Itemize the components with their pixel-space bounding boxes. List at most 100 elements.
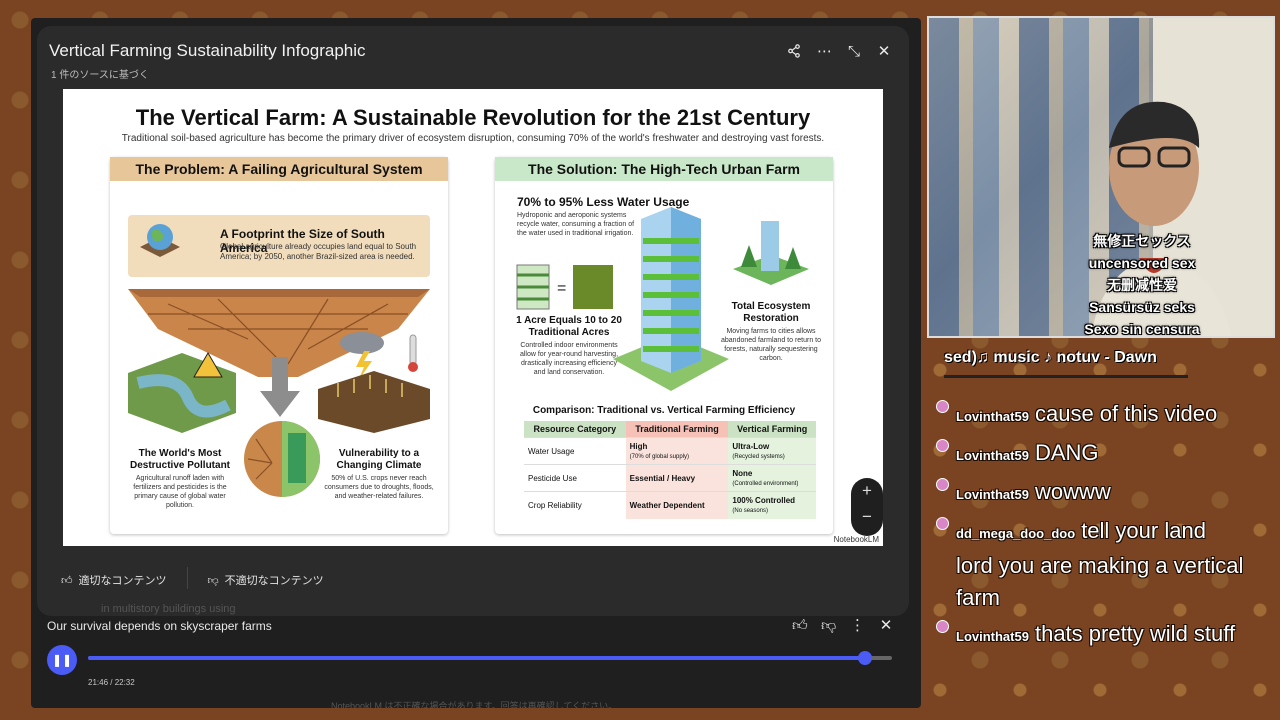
- chat-username: Lovinthat59: [956, 487, 1029, 502]
- table-cell: None (Controlled environment): [728, 464, 816, 492]
- chat-message: Lovinthat59 wowww: [936, 476, 1248, 511]
- subscriber-badge-icon: [936, 517, 949, 530]
- chat-text: DANG: [1034, 440, 1099, 465]
- table-cell: Essential / Heavy: [625, 464, 729, 492]
- close-icon[interactable]: ✕: [877, 42, 891, 60]
- chat-message: Lovinthat59 DANG: [936, 437, 1248, 472]
- background-line: in multistory buildings using: [101, 603, 236, 615]
- eco-city-illustration: [733, 221, 809, 285]
- time-readout: 21:46 / 22:32: [88, 678, 135, 687]
- feedback-bar: 👍︎ 適切なコンテンツ 👎︎ 不適切なコンテンツ: [61, 567, 324, 589]
- svg-text:=: =: [557, 280, 566, 297]
- eco-title: Total Ecosystem Restoration: [731, 301, 811, 324]
- thumbs-down-icon: 👎︎: [207, 574, 219, 587]
- good-content-button[interactable]: 👍︎ 適切なコンテンツ: [61, 571, 167, 589]
- climate-text: 50% of U.S. crops never reach consumers …: [324, 475, 434, 500]
- notebooklm-window: Vertical Farming Sustainability Infograp…: [31, 18, 921, 708]
- progress-track[interactable]: [88, 651, 892, 665]
- zoom-out-button[interactable]: −: [851, 504, 883, 530]
- infographic-title: The Vertical Farm: A Sustainable Revolut…: [135, 105, 811, 130]
- pollutant-title: The World's Most Destructive Pollutant: [129, 448, 231, 471]
- chat-message: Lovinthat59 thats pretty wild stuff: [936, 618, 1248, 653]
- table-cell: Water Usage: [524, 437, 626, 465]
- infographic-image: The Vertical Farm: A Sustainable Revolut…: [63, 89, 883, 546]
- chat-overlay: Lovinthat59 cause of this video Lovinthat…: [936, 398, 1248, 657]
- infographic-subtitle: Traditional soil-based agriculture has b…: [121, 133, 825, 144]
- comparison-table: Resource Category Traditional Farming Ve…: [524, 421, 816, 519]
- chat-username: dd_mega_doo_doo: [956, 526, 1076, 541]
- table-row: Water Usage High (70% of global supply) U…: [524, 437, 816, 465]
- subtitle-line: uncensored sex: [1088, 255, 1196, 271]
- audio-title: Our survival depends on skyscraper farms: [47, 619, 272, 633]
- pollutant-text: Agricultural runoff laden with fertilize…: [133, 475, 227, 509]
- good-content-label: 適切なコンテンツ: [78, 575, 167, 587]
- storm-crops-illustration: [318, 332, 430, 433]
- table-cell: Ultra-Low (Recycled systems): [728, 437, 816, 465]
- divider: [186, 567, 188, 589]
- comparison-title: Comparison: Traditional vs. Vertical Far…: [532, 405, 796, 416]
- acre-text: Controlled indoor environments allow for…: [519, 342, 619, 376]
- thumbs-up-icon: 👍︎: [61, 574, 73, 587]
- subscriber-badge-icon: [936, 620, 949, 633]
- chat-text: thats pretty wild stuff: [1034, 621, 1236, 646]
- footprint-text: Global agriculture already occupies land…: [220, 242, 417, 261]
- subscriber-badge-icon: [936, 400, 949, 413]
- infographic-dialog: Vertical Farming Sustainability Infograp…: [37, 26, 909, 616]
- table-row: Pesticide Use Essential / Heavy None (Con…: [524, 464, 816, 492]
- more-vert-icon[interactable]: ⋮: [850, 616, 865, 634]
- table-row: Crop Reliability Weather Dependent 100% …: [524, 491, 816, 519]
- problem-header: The Problem: A Failing Agricultural Syst…: [110, 157, 448, 181]
- solution-header: The Solution: The High-Tech Urban Farm: [495, 157, 833, 181]
- divider: [944, 375, 1188, 378]
- subtitle-overlay: 無修正セックス uncensored sex 无删减性爱 Sansürsüz s…: [1017, 230, 1267, 336]
- close-icon[interactable]: ✕: [879, 616, 893, 634]
- table-cell: High (70% of global supply): [625, 437, 729, 465]
- more-icon[interactable]: ⋯: [817, 42, 832, 60]
- table-cell: Crop Reliability: [524, 491, 626, 519]
- problem-panel: The Problem: A Failing Agricultural Syst…: [110, 157, 448, 534]
- subtitle-line: Sansürsüz seks: [1089, 299, 1195, 315]
- chat-username: Lovinthat59: [956, 448, 1029, 463]
- share-icon[interactable]: [787, 42, 801, 60]
- acre-title: 1 Acre Equals 10 to 20 Traditional Acres: [516, 315, 622, 338]
- thumbs-up-icon[interactable]: 👍︎: [792, 616, 808, 634]
- zoom-control: + −: [851, 478, 883, 536]
- table-header: Vertical Farming: [728, 421, 816, 438]
- disclaimer-text: NotebookLM は不正確な場合があります。回答は再確認してください。: [331, 701, 618, 708]
- subscriber-badge-icon: [936, 439, 949, 452]
- dialog-subtitle: 1 件のソースに基づく: [51, 70, 149, 81]
- thumbs-down-icon[interactable]: 👎︎: [821, 616, 836, 634]
- climate-title: Vulnerability to a Changing Climate: [336, 448, 422, 471]
- progress-fill: [88, 656, 865, 660]
- subtitle-line: 无删减性爱: [1107, 277, 1177, 293]
- footprint-box: A Footprint the Size of South America Gl…: [128, 215, 430, 277]
- bad-content-label: 不適切なコンテンツ: [224, 575, 324, 587]
- polluted-river-illustration: [128, 352, 236, 433]
- zoom-in-button[interactable]: +: [851, 478, 883, 504]
- table-header: Resource Category: [524, 421, 626, 438]
- background-text: in multistory buildings using: [101, 603, 291, 615]
- subtitle-line: 無修正セックス: [1093, 233, 1191, 249]
- globe-icon: [140, 224, 180, 257]
- eco-text: Moving farms to cities allows abandoned …: [721, 328, 822, 362]
- acre-equivalence-icon: =: [516, 264, 613, 310]
- now-playing-ticker: sed)♫ music ♪ notuv - Dawn: [944, 349, 1157, 366]
- pause-button[interactable]: ❚❚: [47, 645, 77, 675]
- chat-message: dd_mega_doo_doo tell your land lord you a…: [936, 515, 1248, 614]
- table-cell: 100% Controlled (No seasons): [728, 491, 816, 519]
- collapse-icon[interactable]: ⤡: [847, 42, 861, 60]
- chat-text: wowww: [1034, 479, 1111, 504]
- chat-username: Lovinthat59: [956, 629, 1029, 644]
- webcam-feed: 無修正セックス uncensored sex 无删减性爱 Sansürsüz s…: [927, 16, 1275, 338]
- table-cell: Weather Dependent: [625, 491, 729, 519]
- notebooklm-watermark: NotebookLM: [833, 535, 879, 544]
- chat-text: cause of this video: [1034, 401, 1218, 426]
- chat-username: Lovinthat59: [956, 409, 1029, 424]
- table-header: Traditional Farming: [625, 421, 729, 438]
- progress-handle[interactable]: [857, 651, 872, 665]
- down-arrow-icon: [260, 357, 300, 417]
- dialog-toolbar: ⋯ ⤡ ✕: [787, 42, 891, 60]
- bad-content-button[interactable]: 👎︎ 不適切なコンテンツ: [208, 571, 324, 589]
- table-cell: Pesticide Use: [524, 464, 626, 492]
- vertical-farm-tower-illustration: [613, 207, 729, 391]
